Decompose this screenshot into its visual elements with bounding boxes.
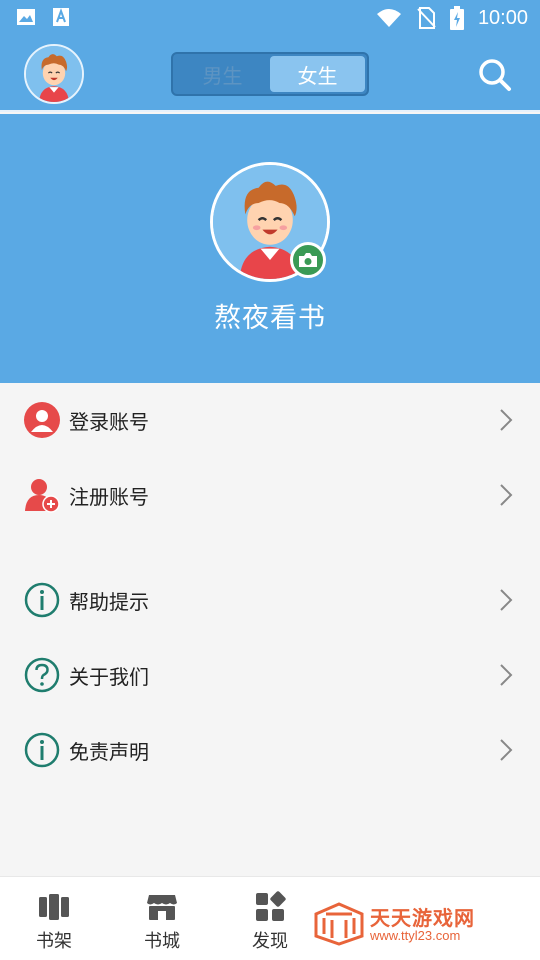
no-sim-icon	[417, 7, 436, 29]
question-icon	[24, 657, 60, 693]
avatar-boy-icon[interactable]	[24, 44, 84, 104]
discover-icon	[256, 891, 286, 921]
chevron-right-icon	[500, 739, 513, 761]
wifi-icon	[376, 9, 401, 27]
tab-bookshelf[interactable]: 书架	[19, 891, 89, 953]
gender-switch: 男生 女生	[171, 52, 369, 96]
chevron-right-icon	[500, 589, 513, 611]
top-bar: 男生 女生	[0, 36, 540, 112]
profile-name: 熬夜看书	[214, 303, 326, 334]
menu-item-label: 登录账号	[69, 409, 149, 434]
tab-label: 书城	[144, 931, 180, 952]
image-icon	[17, 9, 35, 25]
menu-item-register[interactable]: 注册账号	[0, 458, 540, 532]
info-icon	[24, 582, 60, 618]
watermark-name: 天天游戏网	[370, 906, 475, 930]
tab-male[interactable]: 男生	[175, 56, 270, 92]
menu-item-about[interactable]: 关于我们	[0, 638, 540, 712]
menu-item-label: 免责声明	[69, 739, 149, 764]
menu-item-login[interactable]: 登录账号	[0, 383, 540, 457]
battery-charging-icon	[449, 6, 464, 30]
watermark-logo: 天天游戏网 www.ttyl23.com	[300, 880, 540, 960]
watermark-cube-icon	[314, 902, 364, 946]
profile-header: 熬夜看书	[0, 114, 540, 383]
bookshelf-icon	[39, 894, 69, 920]
tab-label: 发现	[252, 931, 288, 952]
watermark-url: www.ttyl23.com	[370, 928, 461, 943]
menu-item-label: 帮助提示	[69, 589, 149, 614]
chevron-right-icon	[500, 664, 513, 686]
search-icon[interactable]	[478, 58, 512, 92]
tab-discover[interactable]: 发现	[235, 891, 305, 953]
tab-female[interactable]: 女生	[270, 56, 365, 92]
chevron-right-icon	[500, 409, 513, 431]
menu-item-label: 注册账号	[69, 484, 149, 509]
menu-item-disclaimer[interactable]: 免责声明	[0, 713, 540, 787]
status-time: 10:00	[477, 6, 528, 29]
menu-item-help[interactable]: 帮助提示	[0, 563, 540, 637]
add-user-icon	[25, 479, 60, 513]
status-bar: 10:00	[0, 0, 540, 36]
chevron-right-icon	[500, 484, 513, 506]
user-icon	[24, 402, 60, 438]
menu-item-label: 关于我们	[69, 664, 149, 689]
camera-icon[interactable]	[290, 242, 326, 278]
text-a-icon	[53, 8, 69, 26]
store-icon	[147, 895, 177, 920]
tab-store[interactable]: 书城	[127, 891, 197, 953]
tab-label: 书架	[36, 931, 72, 952]
info-icon	[24, 732, 60, 768]
